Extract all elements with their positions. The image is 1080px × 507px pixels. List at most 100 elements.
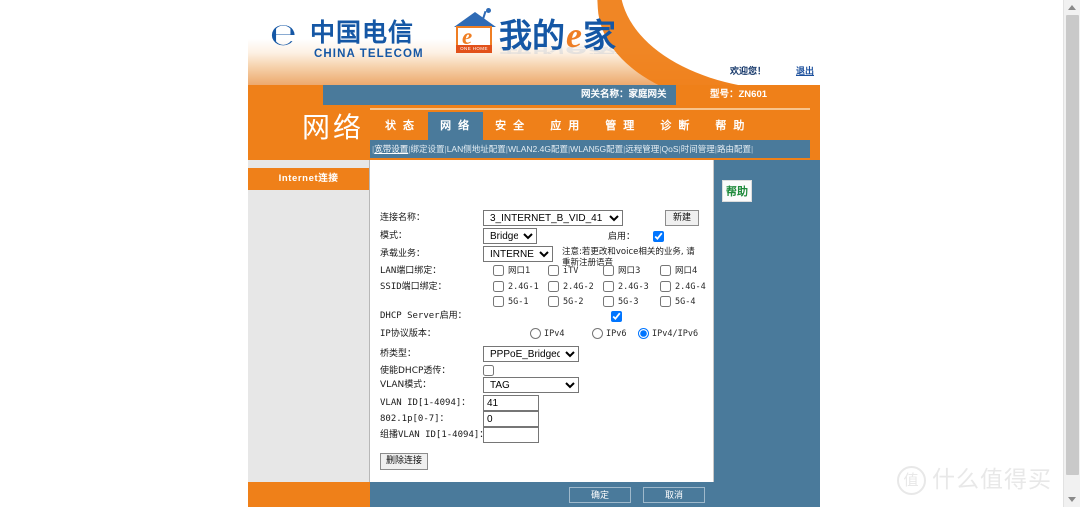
mcast-vlan-input[interactable]: [483, 427, 539, 443]
row-vlan-id: VLAN ID[1-4094]：: [370, 395, 714, 411]
left-sidebar-footer-block: [248, 482, 370, 507]
row-ssid-binding-24g: SSID端口绑定： 2.4G-1 2.4G-2 2.4G-3 2.4G-4: [370, 279, 714, 295]
left-sidebar: Internet连接: [248, 160, 370, 482]
subnav-link-4[interactable]: WLAN5G配置: [570, 144, 623, 154]
page-vertical-scrollbar[interactable]: [1063, 0, 1080, 507]
china-telecom-mark-icon: ℮: [270, 17, 297, 53]
sidebar-item-internet-connection[interactable]: Internet连接: [248, 168, 369, 190]
dhcp-relay-checkbox[interactable]: [483, 365, 494, 376]
welcome-logout-row: 欢迎您！ 退出: [730, 65, 814, 77]
ssid-24g-checkbox-3[interactable]: [660, 281, 671, 292]
china-telecom-logo-en: CHINA TELECOM: [314, 48, 424, 60]
mode-select[interactable]: Bridge: [483, 228, 537, 244]
watermark-text: 什么值得买: [932, 467, 1052, 493]
nav-tab-3[interactable]: 应 用: [538, 112, 593, 140]
lan-bind-label: LAN端口绑定：: [380, 266, 442, 276]
ssid-5g-checkbox-3[interactable]: [660, 296, 671, 307]
row-dot1p: 802.1p[0-7]：: [370, 411, 714, 427]
bridge-type-select[interactable]: PPPoE_Bridged: [483, 346, 579, 362]
row-lan-port-binding: LAN端口绑定： 网口1 iTV 网口3 网口4: [370, 263, 714, 279]
nav-tab-6[interactable]: 帮 助: [703, 112, 758, 140]
enable-checkbox[interactable]: [653, 231, 664, 242]
service-select[interactable]: INTERNET: [483, 246, 553, 262]
dot1p-input[interactable]: [483, 411, 539, 427]
subnav-link-6[interactable]: QoS: [662, 144, 679, 154]
scrollbar-thumb[interactable]: [1066, 15, 1079, 475]
vlan-mode-label: VLAN模式：: [380, 380, 432, 390]
row-ip-version: IP协议版本： IPv4 IPv6 IPv4/IPv6: [370, 326, 714, 342]
lan-port-checkbox-2[interactable]: [603, 265, 614, 276]
ok-button[interactable]: 确定: [569, 487, 631, 503]
vlan-id-input[interactable]: [483, 395, 539, 411]
ssid-24g-checkbox-2[interactable]: [603, 281, 614, 292]
row-multicast-vlan-id: 组播VLAN ID[1-4094]：: [370, 427, 714, 443]
cancel-button[interactable]: 取消: [643, 487, 705, 503]
ssid-5g-label-1: 5G-2: [563, 297, 584, 307]
ssid-24g-label-3: 2.4G-4: [675, 282, 706, 292]
scroll-up-arrow-icon[interactable]: [1068, 5, 1076, 10]
navbar-top-divider: [370, 108, 810, 110]
lan-port-checkbox-1[interactable]: [548, 265, 559, 276]
subnav-link-7[interactable]: 时间管理: [681, 144, 715, 154]
subnav-link-0[interactable]: 宽带设置: [374, 144, 408, 154]
service-note-line1: 注意:若更改和voice相关的业务, 请: [562, 247, 695, 257]
ssid-24g-checkbox-1[interactable]: [548, 281, 559, 292]
enable-label: 启用：: [608, 231, 636, 241]
row-mode: 模式： Bridge 启用：: [370, 228, 714, 244]
nav-tab-1[interactable]: 网 络: [428, 112, 484, 140]
logout-link[interactable]: 退出: [796, 66, 814, 76]
ip-version-radio-0[interactable]: [530, 328, 541, 339]
subnav-link-1[interactable]: 绑定设置: [410, 144, 444, 154]
ssid-5g-checkbox-0[interactable]: [493, 296, 504, 307]
ssid-24g-label-1: 2.4G-2: [563, 282, 594, 292]
lan-port-label-1: iTV: [563, 266, 579, 276]
ssid-24g-checkbox-0[interactable]: [493, 281, 504, 292]
router-admin-page: ℮ 中国电信 CHINA TELECOM e ONE HOME 我的e家 我的e…: [248, 0, 820, 507]
ssid-bind-label: SSID端口绑定：: [380, 282, 447, 292]
ip-version-radio-2[interactable]: [638, 328, 649, 339]
delete-connection-button[interactable]: 删除连接: [380, 453, 428, 470]
nav-tab-5[interactable]: 诊 断: [648, 112, 703, 140]
sub-nav-links: |宽带设置|绑定设置|LAN侧地址配置|WLAN2.4G配置|WLAN5G配置|…: [370, 140, 810, 158]
vlan-id-label: VLAN ID[1-4094]：: [380, 398, 471, 408]
ip-version-radio-1[interactable]: [592, 328, 603, 339]
row-delete-connection: 删除连接: [370, 453, 714, 470]
nav-tab-4[interactable]: 管 理: [593, 112, 648, 140]
mcast-vlan-label: 组播VLAN ID[1-4094]：: [380, 430, 489, 440]
ssid-5g-checkbox-1[interactable]: [548, 296, 559, 307]
screenshot-root: ℮ 中国电信 CHINA TELECOM e ONE HOME 我的e家 我的e…: [0, 0, 1080, 507]
lan-port-checkbox-3[interactable]: [660, 265, 671, 276]
nav-tab-0[interactable]: 状 态: [373, 112, 428, 140]
scroll-down-arrow-icon[interactable]: [1068, 497, 1076, 502]
subnav-link-8[interactable]: 路由配置: [717, 144, 751, 154]
main-nav-tabs: 状 态网 络安 全应 用管 理诊 断帮 助: [373, 112, 758, 140]
ssid-24g-label-0: 2.4G-1: [508, 282, 539, 292]
dot1p-label: 802.1p[0-7]：: [380, 414, 449, 424]
ip-version-label-0: IPv4: [544, 329, 565, 339]
subnav-link-5[interactable]: 远程管理: [625, 144, 659, 154]
lan-port-checkbox-0[interactable]: [493, 265, 504, 276]
ehome-onehome-tag: ONE HOME: [456, 45, 492, 53]
dhcp-server-checkbox[interactable]: [611, 311, 622, 322]
lan-port-label-2: 网口3: [618, 266, 641, 276]
nav-tab-2[interactable]: 安 全: [483, 112, 538, 140]
new-connection-button[interactable]: 新建: [665, 210, 699, 226]
row-bridge-type: 桥类型： PPPoE_Bridged: [370, 346, 714, 362]
help-button[interactable]: 帮助: [722, 180, 752, 202]
ip-version-label: IP协议版本：: [380, 329, 436, 339]
site-watermark: 值什么值得买: [897, 466, 1052, 495]
welcome-text: 欢迎您！: [729, 66, 766, 76]
vlan-mode-select[interactable]: TAG: [483, 377, 579, 393]
subnav-link-2[interactable]: LAN侧地址配置: [447, 144, 506, 154]
ip-version-label-2: IPv4/IPv6: [652, 329, 699, 339]
watermark-mark: 值: [897, 466, 926, 495]
my-ehome-logo: e ONE HOME 我的e家 我的e家: [453, 8, 623, 62]
connection-name-select[interactable]: 3_INTERNET_B_VID_41: [483, 210, 623, 226]
gateway-model-label: 型号：ZN601: [710, 89, 768, 100]
row-dhcp-server: DHCP Server启用：: [370, 308, 714, 324]
lan-port-label-3: 网口4: [675, 266, 698, 276]
subnav-link-3[interactable]: WLAN2.4G配置: [508, 144, 568, 154]
ssid-5g-checkbox-2[interactable]: [603, 296, 614, 307]
bridge-type-label: 桥类型：: [380, 349, 417, 359]
mode-label: 模式：: [380, 231, 408, 241]
